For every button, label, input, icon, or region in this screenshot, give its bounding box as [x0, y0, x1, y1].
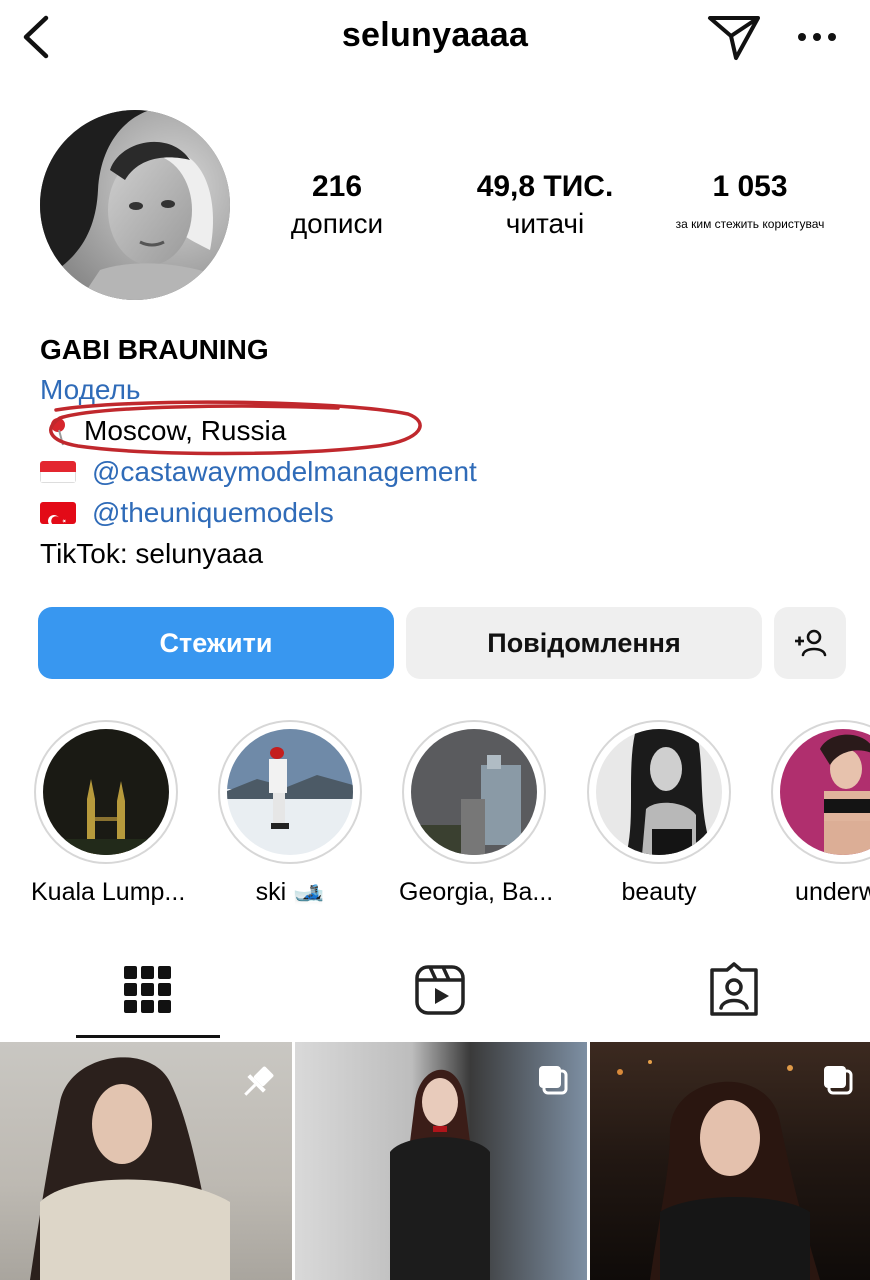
post-tile[interactable] — [590, 1042, 870, 1280]
following-label: за ким стежить користувач — [675, 217, 825, 231]
highlight-thumbnail — [227, 729, 353, 855]
agency-line-2: @theuniquemodels — [40, 492, 840, 533]
active-tab-indicator — [76, 1035, 220, 1038]
highlight-label: underwe — [795, 878, 870, 906]
highlight-label: ski 🎿 — [255, 878, 325, 906]
paper-plane-icon[interactable] — [706, 12, 762, 62]
multiple-posts-icon — [539, 1066, 568, 1095]
post-tile[interactable] — [0, 1042, 292, 1280]
highlight-item[interactable]: ski 🎿 — [215, 720, 365, 910]
round-pushpin-icon — [51, 417, 65, 445]
turkey-flag-icon — [40, 501, 76, 524]
add-user-button[interactable] — [774, 607, 846, 679]
agency-line-1: @castawaymodelmanagement — [40, 451, 840, 492]
followers-label: читачі — [505, 208, 585, 239]
highlight-thumbnail — [411, 729, 537, 855]
highlight-item[interactable]: Georgia, Ba... — [399, 720, 554, 910]
tiktok-line: TikTok: selunyaaa — [40, 533, 840, 574]
profile-category[interactable]: Модель — [40, 370, 840, 410]
following-count: 1 053 — [712, 170, 788, 203]
agency-link-1[interactable]: @castawaymodelmanagement — [92, 451, 477, 492]
followers-stat[interactable]: 49,8 ТИС. читачі — [450, 170, 640, 244]
multiple-posts-icon — [824, 1066, 853, 1095]
following-stat[interactable]: 1 053 за ким стежить користувач — [650, 170, 850, 244]
posts-count: 216 — [311, 170, 363, 203]
indonesia-flag-icon — [40, 460, 76, 483]
highlight-label: beauty — [621, 878, 697, 906]
highlight-label: Georgia, Ba... — [399, 878, 554, 906]
agency-link-2[interactable]: @theuniquemodels — [92, 492, 334, 533]
posts-stat: 216 дописи — [262, 170, 412, 244]
follow-button[interactable]: Стежити — [38, 607, 394, 679]
tiktok-text: TikTok: selunyaaa — [40, 538, 264, 569]
message-button[interactable]: Повідомлення — [406, 607, 762, 679]
highlight-item[interactable]: Kuala Lump... — [31, 720, 186, 910]
profile-page: selunyaaaa 216 дописи 49,8 ТИС. читачі 1… — [0, 0, 870, 1280]
location-line: Moscow, Russia — [40, 410, 840, 451]
bio: GABI BRAUNING Модель Moscow, Russia @cas… — [40, 330, 840, 574]
location-text: Moscow, Russia — [84, 415, 287, 446]
reels-icon[interactable] — [410, 960, 470, 1020]
grid-icon[interactable] — [118, 960, 178, 1020]
posts-label: дописи — [290, 208, 384, 239]
tagged-icon[interactable] — [704, 960, 764, 1020]
highlight-item[interactable]: beauty — [584, 720, 734, 910]
highlight-item[interactable]: underwe — [768, 720, 870, 910]
highlight-thumbnail — [596, 729, 722, 855]
header: selunyaaaa — [0, 0, 870, 80]
highlight-thumbnail — [43, 729, 169, 855]
pin-icon — [244, 1066, 274, 1096]
highlight-label: Kuala Lump... — [31, 878, 186, 906]
add-user-icon — [795, 629, 827, 657]
avatar[interactable] — [40, 110, 230, 300]
followers-count: 49,8 ТИС. — [476, 170, 614, 203]
post-tile[interactable] — [295, 1042, 587, 1280]
more-horizontal-icon[interactable] — [792, 22, 842, 52]
profile-name: GABI BRAUNING — [40, 334, 269, 365]
highlight-thumbnail — [780, 729, 870, 855]
